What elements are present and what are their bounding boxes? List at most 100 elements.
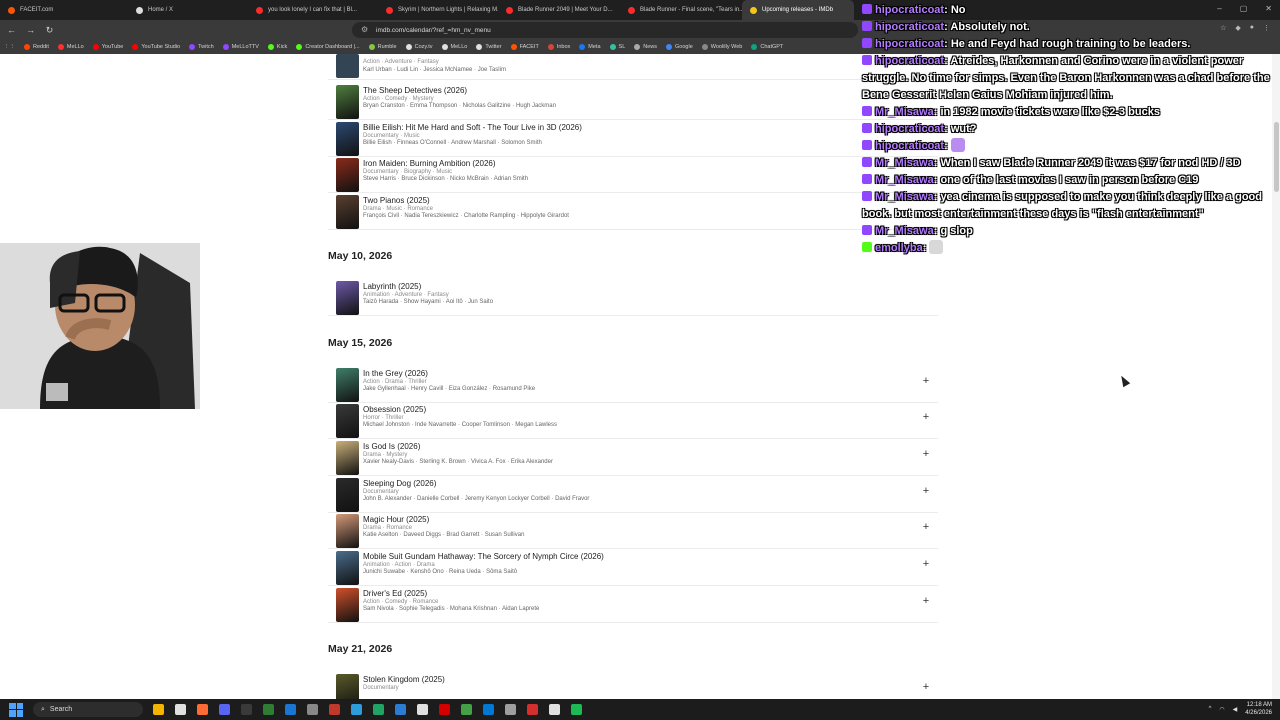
movie-row[interactable]: Action · Adventure · Fantasy Karl Urban ·… xyxy=(328,54,938,80)
bookmark-item[interactable]: YouTube xyxy=(92,44,123,50)
taskbar-app-icon[interactable] xyxy=(483,704,494,715)
bookmark-item[interactable]: MeLLoTTV xyxy=(222,44,259,50)
add-to-watchlist-button[interactable]: + xyxy=(920,448,932,460)
movie-row[interactable]: Sleeping Dog (2026) Documentary John B. Al… xyxy=(328,477,938,513)
taskbar-search[interactable]: ⌕ Search xyxy=(33,702,143,717)
movie-poster[interactable] xyxy=(336,514,359,548)
movie-poster[interactable] xyxy=(336,122,359,156)
apps-grid-icon[interactable]: ⋮⋮ xyxy=(4,44,15,50)
movie-row[interactable]: Billie Eilish: Hit Me Hard and Soft - Th… xyxy=(328,121,938,157)
add-to-watchlist-button[interactable]: + xyxy=(920,558,932,570)
taskbar-app-icon[interactable] xyxy=(549,704,560,715)
movie-title[interactable]: Magic Hour (2025) xyxy=(363,515,429,524)
bookmark-item[interactable]: Cozy.tv xyxy=(405,44,433,50)
bookmark-item[interactable]: Reddit xyxy=(24,44,49,50)
movie-poster[interactable] xyxy=(336,85,359,119)
taskbar-app-icon[interactable] xyxy=(153,704,164,715)
movie-title[interactable]: Billie Eilish: Hit Me Hard and Soft - Th… xyxy=(363,123,582,132)
taskbar-app-icon[interactable] xyxy=(307,704,318,715)
page-scrollbar[interactable] xyxy=(1272,54,1280,699)
windows-start-icon[interactable] xyxy=(9,702,23,717)
taskbar-app-icon[interactable] xyxy=(263,704,274,715)
bookmark-item[interactable]: YouTube Studio xyxy=(132,44,180,50)
browser-tab[interactable]: FACEIT.com xyxy=(0,0,128,20)
browser-tab[interactable]: Blade Runner - Final scene, "Tears in... xyxy=(620,0,742,20)
movie-poster[interactable] xyxy=(336,368,359,402)
movie-poster[interactable] xyxy=(336,478,359,512)
scrollbar-thumb[interactable] xyxy=(1274,122,1279,192)
movie-poster[interactable] xyxy=(336,404,359,438)
movie-title[interactable]: Obsession (2025) xyxy=(363,405,426,414)
reload-icon[interactable]: ↻ xyxy=(42,25,57,36)
movie-poster[interactable] xyxy=(336,195,359,229)
bookmark-item[interactable]: News xyxy=(634,44,657,50)
bookmark-item[interactable]: MeLLo xyxy=(441,44,467,50)
taskbar-app-icon[interactable] xyxy=(417,704,428,715)
browser-tab[interactable]: Upcoming releases - IMDb xyxy=(742,0,854,20)
address-bar[interactable]: ⚙ imdb.com/calendar/?ref_=hm_nv_menu xyxy=(352,22,858,38)
browser-tab[interactable]: Home / X xyxy=(128,0,248,20)
movie-row[interactable]: Driver's Ed (2025) Action · Comedy · Roma… xyxy=(328,587,938,623)
taskbar-app-icon[interactable] xyxy=(461,704,472,715)
movie-title[interactable]: Two Pianos (2025) xyxy=(363,196,430,205)
movie-title[interactable]: Mobile Suit Gundam Hathaway: The Sorcery… xyxy=(363,552,604,561)
movie-title[interactable]: Sleeping Dog (2026) xyxy=(363,479,436,488)
movie-row[interactable]: Labyrinth (2025) Animation · Adventure · … xyxy=(328,280,938,316)
site-info-icon[interactable]: ⚙ xyxy=(361,25,368,34)
movie-title[interactable]: Labyrinth (2025) xyxy=(363,282,421,291)
bookmark-item[interactable]: FACEIT xyxy=(510,44,539,50)
taskbar-app-icon[interactable] xyxy=(219,704,230,715)
bookmark-item[interactable]: Creator Dashboard |... xyxy=(296,44,360,50)
movie-row[interactable]: Obsession (2025) Horror · Thriller Michael… xyxy=(328,403,938,439)
chevron-up-icon[interactable]: ^ xyxy=(1209,706,1212,712)
movie-poster[interactable] xyxy=(336,54,359,78)
movie-row[interactable]: Mobile Suit Gundam Hathaway: The Sorcery… xyxy=(328,550,938,586)
taskbar-app-icon[interactable] xyxy=(329,704,340,715)
taskbar-app-icon[interactable] xyxy=(241,704,252,715)
add-to-watchlist-button[interactable]: + xyxy=(920,681,932,693)
taskbar-app-icon[interactable] xyxy=(197,704,208,715)
movie-poster[interactable] xyxy=(336,588,359,622)
forward-icon[interactable]: → xyxy=(23,25,38,35)
bookmark-item[interactable]: ChatGPT xyxy=(751,44,783,50)
browser-tab[interactable]: Blade Runner 2049 | Meet Your D... xyxy=(498,0,620,20)
bookmark-item[interactable]: Meta xyxy=(579,44,601,50)
bookmark-item[interactable]: Woolilly Web xyxy=(701,44,742,50)
movie-title[interactable]: Is God Is (2026) xyxy=(363,442,420,451)
movie-poster[interactable] xyxy=(336,441,359,475)
bookmark-item[interactable]: Twitter xyxy=(476,44,502,50)
back-icon[interactable]: ← xyxy=(4,25,19,35)
movie-title[interactable]: In the Grey (2026) xyxy=(363,369,428,378)
volume-icon[interactable]: ◀ xyxy=(1233,706,1238,713)
network-icon[interactable]: ◠ xyxy=(1219,706,1224,713)
movie-row[interactable]: Two Pianos (2025) Drama · Music · Romance… xyxy=(328,194,938,230)
bookmark-item[interactable]: Rumble xyxy=(368,44,397,50)
movie-poster[interactable] xyxy=(336,674,359,699)
taskbar-app-icon[interactable] xyxy=(175,704,186,715)
movie-row[interactable]: Iron Maiden: Burning Ambition (2026) Docu… xyxy=(328,157,938,193)
browser-tab[interactable]: you look lonely I can fix that | Bl... xyxy=(248,0,378,20)
taskbar-app-icon[interactable] xyxy=(527,704,538,715)
taskbar-app-icon[interactable] xyxy=(373,704,384,715)
add-to-watchlist-button[interactable]: + xyxy=(920,411,932,423)
add-to-watchlist-button[interactable]: + xyxy=(920,375,932,387)
taskbar-app-icon[interactable] xyxy=(285,704,296,715)
bookmark-item[interactable]: Google xyxy=(666,44,693,50)
taskbar-app-icon[interactable] xyxy=(439,704,450,715)
movie-title[interactable]: Stolen Kingdom (2025) xyxy=(363,675,445,684)
taskbar-app-icon[interactable] xyxy=(571,704,582,715)
taskbar-clock[interactable]: 12:18 AM 4/26/2026 xyxy=(1245,701,1272,717)
taskbar-app-icon[interactable] xyxy=(505,704,516,715)
movie-poster[interactable] xyxy=(336,158,359,192)
movie-title[interactable]: Driver's Ed (2025) xyxy=(363,589,427,598)
bookmark-item[interactable]: MeLLo xyxy=(57,44,84,50)
movie-row[interactable]: Stolen Kingdom (2025) Documentary + xyxy=(328,673,938,699)
movie-poster[interactable] xyxy=(336,551,359,585)
browser-tab[interactable]: Skyrim | Northern Lights | Relaxing M... xyxy=(378,0,498,20)
movie-title[interactable]: The Sheep Detectives (2026) xyxy=(363,86,467,95)
movie-row[interactable]: Is God Is (2026) Drama · Mystery Xavier Ne… xyxy=(328,440,938,476)
movie-row[interactable]: In the Grey (2026) Action · Drama · Thril… xyxy=(328,367,938,403)
bookmark-item[interactable]: Inbox xyxy=(547,44,570,50)
add-to-watchlist-button[interactable]: + xyxy=(920,521,932,533)
add-to-watchlist-button[interactable]: + xyxy=(920,485,932,497)
